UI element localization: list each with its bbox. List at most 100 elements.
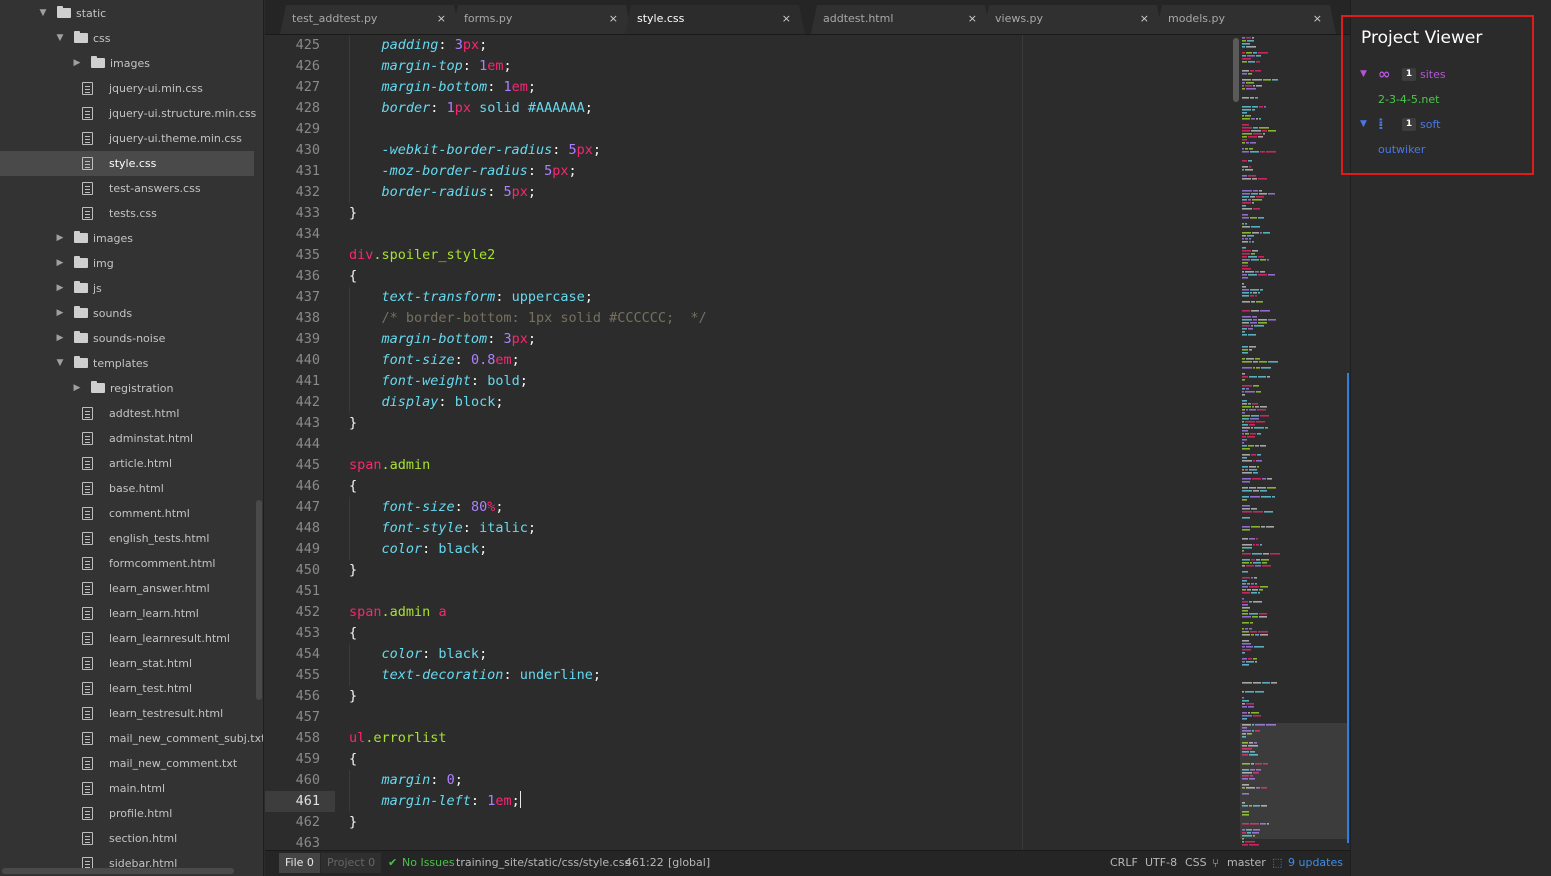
- code-line[interactable]: }: [349, 812, 357, 833]
- close-icon[interactable]: ×: [437, 5, 446, 32]
- code-line[interactable]: margin-bottom: 1em;: [349, 77, 536, 98]
- code-line[interactable]: color: black;: [349, 644, 488, 665]
- tab-style-css[interactable]: style.css ×: [625, 5, 805, 34]
- close-icon[interactable]: ×: [782, 5, 791, 32]
- code-line[interactable]: margin: 0;: [349, 770, 463, 791]
- code-line[interactable]: -webkit-border-radius: 5px;: [349, 140, 602, 161]
- tree-file-article-html[interactable]: article.html: [0, 451, 254, 476]
- file-issues-button[interactable]: File 0: [279, 853, 320, 873]
- updates-link[interactable]: 9 updates: [1288, 851, 1343, 875]
- chevron-down-icon[interactable]: ▼: [1360, 119, 1367, 129]
- code-line[interactable]: span.admin: [349, 455, 430, 476]
- tree-file-jquery-ui-theme-min-css[interactable]: jquery-ui.theme.min.css: [0, 126, 254, 151]
- grammar[interactable]: CSS: [1185, 851, 1207, 875]
- code-line[interactable]: font-size: 80%;: [349, 497, 504, 518]
- tab-models-py[interactable]: models.py ×: [1156, 5, 1336, 34]
- tab-forms-py[interactable]: forms.py ×: [452, 5, 632, 34]
- file-path[interactable]: training_site/static/css/style.css: [456, 851, 630, 875]
- encoding[interactable]: UTF-8: [1145, 851, 1177, 875]
- group-label-soft[interactable]: soft: [1420, 118, 1440, 131]
- tree-folder-templates[interactable]: ▼ templates: [0, 351, 254, 376]
- tree-file-addtest-html[interactable]: addtest.html: [0, 401, 254, 426]
- tree-file-comment-html[interactable]: comment.html: [0, 501, 254, 526]
- tree-file-learn-learn-html[interactable]: learn_learn.html: [0, 601, 254, 626]
- tree-file-learn-learnresult-html[interactable]: learn_learnresult.html: [0, 626, 254, 651]
- tree-file-mail-new-comment-subj-txt[interactable]: mail_new_comment_subj.txt: [0, 726, 263, 751]
- code-line[interactable]: margin-top: 1em;: [349, 56, 512, 77]
- close-icon[interactable]: ×: [609, 5, 618, 32]
- code-line[interactable]: color: black;: [349, 539, 488, 560]
- code-line[interactable]: {: [349, 623, 357, 644]
- tree-file-english-tests-html[interactable]: english_tests.html: [0, 526, 254, 551]
- tree-file-learn-testresult-html[interactable]: learn_testresult.html: [0, 701, 254, 726]
- code-line[interactable]: text-transform: uppercase;: [349, 287, 593, 308]
- tree-file-learn-test-html[interactable]: learn_test.html: [0, 676, 254, 701]
- tree-scrollbar[interactable]: [256, 500, 262, 700]
- tree-file-section-html[interactable]: section.html: [0, 826, 254, 851]
- chevron-down-icon[interactable]: ▼: [1360, 69, 1367, 79]
- project-item[interactable]: 2-3-4-5.net: [1378, 93, 1439, 106]
- code-line[interactable]: font-size: 0.8em;: [349, 350, 520, 371]
- minimap-viewport[interactable]: [1240, 723, 1348, 839]
- tree-file-test-answers-css[interactable]: test-answers.css: [0, 176, 254, 201]
- tree-file-profile-html[interactable]: profile.html: [0, 801, 254, 826]
- code-line[interactable]: /* border-bottom: 1px solid #CCCCCC; */: [349, 308, 707, 329]
- cursor-position[interactable]: 461:22: [625, 851, 664, 875]
- code-line[interactable]: }: [349, 686, 357, 707]
- tree-file-jquery-ui-structure-min-css[interactable]: jquery-ui.structure.min.css: [0, 101, 256, 126]
- project-item[interactable]: outwiker: [1378, 143, 1425, 156]
- code-line[interactable]: -moz-border-radius: 5px;: [349, 161, 577, 182]
- tree-file-base-html[interactable]: base.html: [0, 476, 254, 501]
- code-line[interactable]: margin-bottom: 3px;: [349, 329, 536, 350]
- tree-file-learn-answer-html[interactable]: learn_answer.html: [0, 576, 254, 601]
- issues-status[interactable]: No Issues: [402, 851, 455, 875]
- code-line[interactable]: display: block;: [349, 392, 504, 413]
- tree-file-tests-css[interactable]: tests.css: [0, 201, 254, 226]
- group-label-sites[interactable]: sites: [1420, 68, 1446, 81]
- tree-horizontal-scrollbar[interactable]: [2, 868, 234, 874]
- tree-file-style-css[interactable]: style.css: [0, 151, 254, 176]
- tree-folder-registration[interactable]: ▶ registration: [0, 376, 254, 401]
- code-line[interactable]: {: [349, 476, 357, 497]
- code-line[interactable]: span.admin a: [349, 602, 447, 623]
- close-icon[interactable]: ×: [1140, 5, 1149, 32]
- code-line[interactable]: ul.errorlist: [349, 728, 447, 749]
- tab-test-addtest-py[interactable]: test_addtest.py ×: [280, 5, 460, 34]
- tab-views-py[interactable]: views.py ×: [983, 5, 1163, 34]
- code-line[interactable]: border: 1px solid #AAAAAA;: [349, 98, 593, 119]
- line-ending[interactable]: CRLF: [1110, 851, 1138, 875]
- scope-indicator[interactable]: [global]: [668, 851, 710, 875]
- tree-file-formcomment-html[interactable]: formcomment.html: [0, 551, 254, 576]
- tab-addtest-html[interactable]: addtest.html ×: [811, 5, 991, 34]
- tree-folder-js[interactable]: ▶ js: [0, 276, 254, 301]
- tree-file-learn-stat-html[interactable]: learn_stat.html: [0, 651, 254, 676]
- tree-folder-sounds-noise[interactable]: ▶ sounds-noise: [0, 326, 254, 351]
- code-line[interactable]: {: [349, 749, 357, 770]
- close-icon[interactable]: ×: [1313, 5, 1322, 32]
- project-issues-button[interactable]: Project 0: [321, 853, 382, 873]
- code-line[interactable]: font-weight: bold;: [349, 371, 528, 392]
- code-line[interactable]: }: [349, 203, 357, 224]
- code-line[interactable]: }: [349, 413, 357, 434]
- code-line[interactable]: font-style: italic;: [349, 518, 536, 539]
- tree-file-adminstat-html[interactable]: adminstat.html: [0, 426, 254, 451]
- code-line[interactable]: }: [349, 560, 357, 581]
- tree-folder-static[interactable]: ▼ static: [0, 1, 254, 26]
- tree-file-jquery-ui-min-css[interactable]: jquery-ui.min.css: [0, 76, 254, 101]
- close-icon[interactable]: ×: [968, 5, 977, 32]
- tree-file-mail-new-comment-txt[interactable]: mail_new_comment.txt: [0, 751, 254, 776]
- tree-folder-sounds[interactable]: ▶ sounds: [0, 301, 254, 326]
- tree-folder-images[interactable]: ▶ images: [0, 51, 254, 76]
- tree-folder-img[interactable]: ▶ img: [0, 251, 254, 276]
- code-line[interactable]: border-radius: 5px;: [349, 182, 536, 203]
- code-line[interactable]: padding: 3px;: [349, 35, 488, 56]
- minimap[interactable]: [1240, 35, 1350, 850]
- git-branch[interactable]: master: [1227, 851, 1266, 875]
- editor-scrollbar[interactable]: [1233, 38, 1239, 102]
- tree-file-main-html[interactable]: main.html: [0, 776, 254, 801]
- tree-folder-images[interactable]: ▶ images: [0, 226, 254, 251]
- code-line[interactable]: div.spoiler_style2: [349, 245, 495, 266]
- code-line[interactable]: text-decoration: underline;: [349, 665, 601, 686]
- code-line[interactable]: margin-left: 1em;: [349, 791, 521, 812]
- tree-folder-css[interactable]: ▼ css: [0, 26, 254, 51]
